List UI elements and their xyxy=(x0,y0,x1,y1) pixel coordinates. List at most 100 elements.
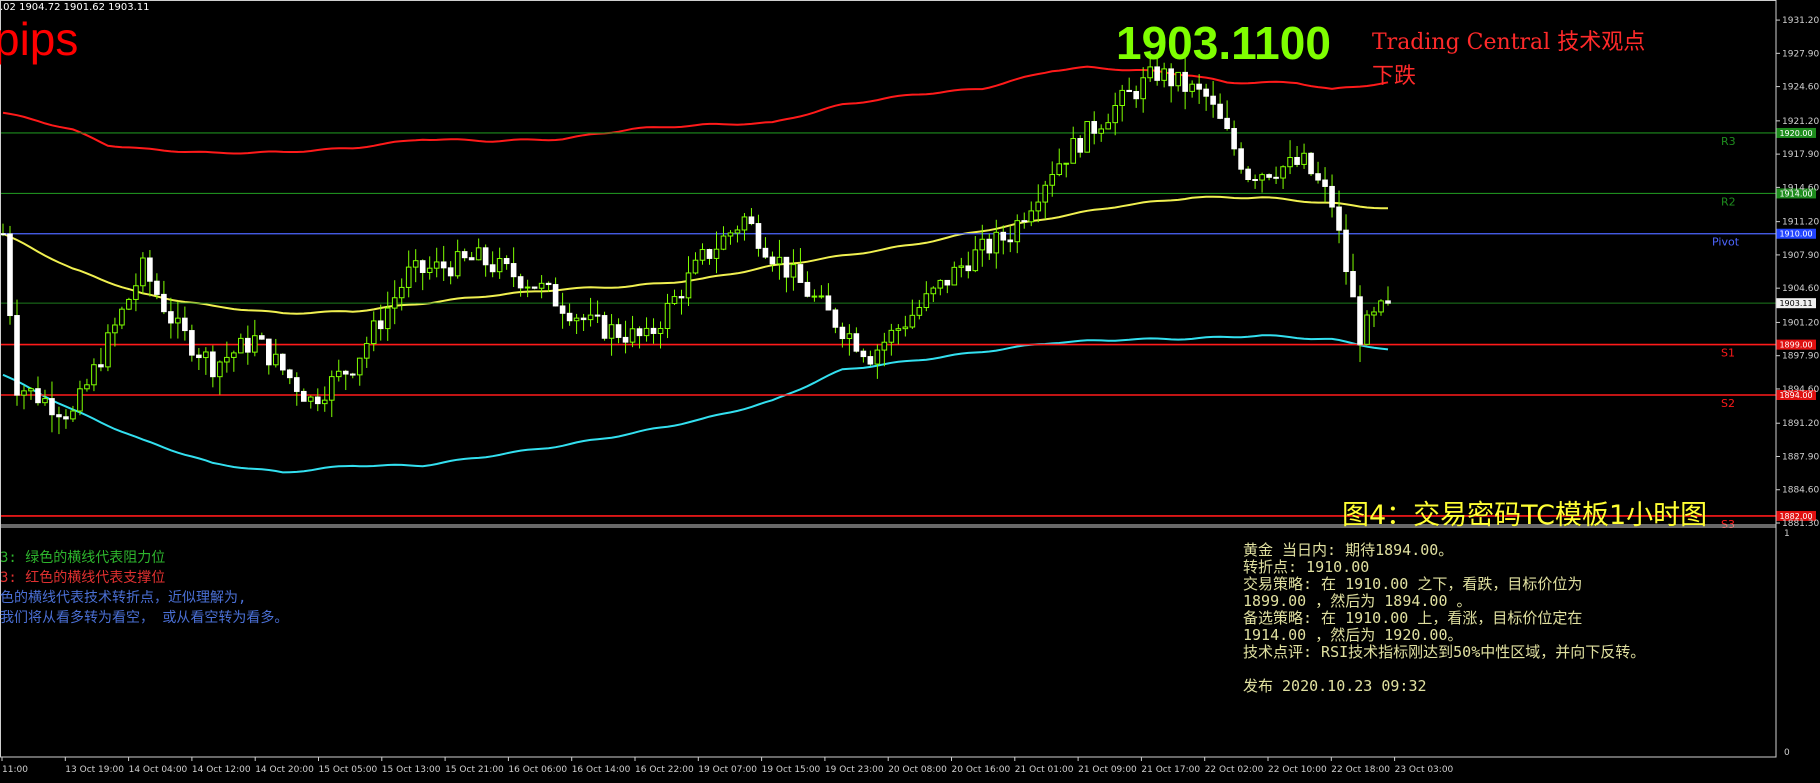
candle-body xyxy=(70,410,76,420)
candle-body xyxy=(203,351,209,359)
candle-body xyxy=(28,388,34,392)
candle-body xyxy=(825,295,832,311)
candle-body xyxy=(1042,184,1049,203)
candle-body xyxy=(119,308,125,326)
candle-body xyxy=(1098,128,1105,134)
candle-body xyxy=(1070,138,1077,164)
y-tick-label: 1907.90 xyxy=(1782,251,1819,261)
x-tick-label: 16 Oct 14:00 xyxy=(572,765,631,775)
legend-pivot-2: 我们将从看多转为看空， 或从看空转为看多。 xyxy=(0,610,289,626)
candle-body xyxy=(98,364,104,368)
candle-body xyxy=(860,350,867,358)
y-tick-label: 1924.60 xyxy=(1782,83,1819,93)
candle-body xyxy=(1322,179,1328,187)
candle-body xyxy=(307,396,314,402)
candle-body xyxy=(1182,71,1188,92)
candle-body xyxy=(0,233,6,236)
candle-body xyxy=(769,256,776,265)
candle-body xyxy=(300,390,307,402)
y-tick-label: 1884.60 xyxy=(1782,486,1819,496)
x-tick-label: 21 Oct 09:00 xyxy=(1078,765,1137,775)
y-tick-label: 1931.20 xyxy=(1782,16,1819,26)
candle-body xyxy=(958,265,965,268)
candle-body xyxy=(252,335,258,353)
candle-body xyxy=(608,324,615,339)
candles-layer xyxy=(0,50,1391,435)
candle-body xyxy=(154,280,160,295)
level-label-r2: R2 xyxy=(1721,195,1736,208)
candle-body xyxy=(1189,83,1195,92)
candle-body xyxy=(286,369,293,379)
candle-body xyxy=(1245,168,1251,181)
candle-body xyxy=(1224,117,1230,130)
candle-body xyxy=(699,249,706,261)
candle-body xyxy=(1378,300,1384,313)
candle-body xyxy=(468,257,475,261)
candle-body xyxy=(545,282,552,286)
candle-body xyxy=(573,317,580,322)
candle-body xyxy=(510,263,517,278)
y-tick-label: 1897.90 xyxy=(1782,352,1819,362)
candle-body xyxy=(1210,95,1216,105)
candle-body xyxy=(853,333,860,352)
candle-body xyxy=(832,309,839,328)
x-tick-label: 15 Oct 21:00 xyxy=(445,765,504,775)
candle-body xyxy=(727,232,734,237)
candle-body xyxy=(741,216,748,231)
candle-body xyxy=(489,264,496,273)
candle-body xyxy=(636,328,643,337)
candle-body xyxy=(657,328,664,334)
candle-body xyxy=(419,260,426,273)
candle-body xyxy=(426,267,433,273)
y-tick-label: 1917.90 xyxy=(1782,150,1819,160)
candle-body xyxy=(412,260,419,268)
candle-body xyxy=(1287,156,1293,168)
candle-body xyxy=(14,315,20,396)
analysis-line-7: 技术点评: RSI技术指标刚达到50%中性区域，并向下反转。 xyxy=(1243,643,1646,661)
y-tick-label: 1901.20 xyxy=(1782,318,1819,328)
candle-body xyxy=(1343,229,1349,273)
candle-body xyxy=(321,399,328,405)
candle-body xyxy=(517,276,524,289)
price-chart[interactable]: R31920.00R21914.00Pivot1910.00S11899.00S… xyxy=(0,0,1820,783)
level-label-s3: S3 xyxy=(1721,518,1735,531)
candle-body xyxy=(391,297,398,309)
candle-body xyxy=(182,317,188,332)
candle-body xyxy=(217,361,223,378)
candle-body xyxy=(797,264,804,283)
candle-body xyxy=(161,293,167,313)
candle-body xyxy=(433,261,440,269)
candle-body xyxy=(1161,68,1167,81)
x-tick-label: 14 Oct 12:00 xyxy=(192,765,251,775)
candle-body xyxy=(461,251,468,259)
candle-body xyxy=(1196,83,1202,90)
candle-body xyxy=(909,314,916,328)
candle-body xyxy=(1301,152,1307,165)
candle-body xyxy=(1105,122,1112,130)
candle-body xyxy=(63,416,69,420)
candle-body xyxy=(405,266,412,288)
candle-body xyxy=(1252,179,1258,182)
candle-body xyxy=(1035,201,1042,212)
candle-body xyxy=(77,388,83,412)
current-price-tag-text: 1903.11 xyxy=(1779,299,1812,308)
candle-body xyxy=(734,229,741,234)
candle-body xyxy=(49,398,55,416)
trading-central-view: 下跌 xyxy=(1372,64,1417,89)
candle-body xyxy=(692,259,699,274)
candle-body xyxy=(559,305,566,314)
candle-body xyxy=(972,249,979,272)
candle-body xyxy=(1140,77,1146,100)
candle-body xyxy=(846,333,853,340)
candle-body xyxy=(1259,174,1265,181)
candle-body xyxy=(273,353,279,366)
y-tick-label: 1891.20 xyxy=(1782,419,1819,429)
candle-body xyxy=(56,414,62,418)
candle-body xyxy=(231,352,237,358)
level-label-s2: S2 xyxy=(1721,397,1735,410)
x-tick-label: 15 Oct 05:00 xyxy=(319,765,378,775)
candle-body xyxy=(601,315,608,339)
candle-body xyxy=(238,337,244,354)
candle-body xyxy=(930,287,937,295)
candle-body xyxy=(1385,300,1391,304)
